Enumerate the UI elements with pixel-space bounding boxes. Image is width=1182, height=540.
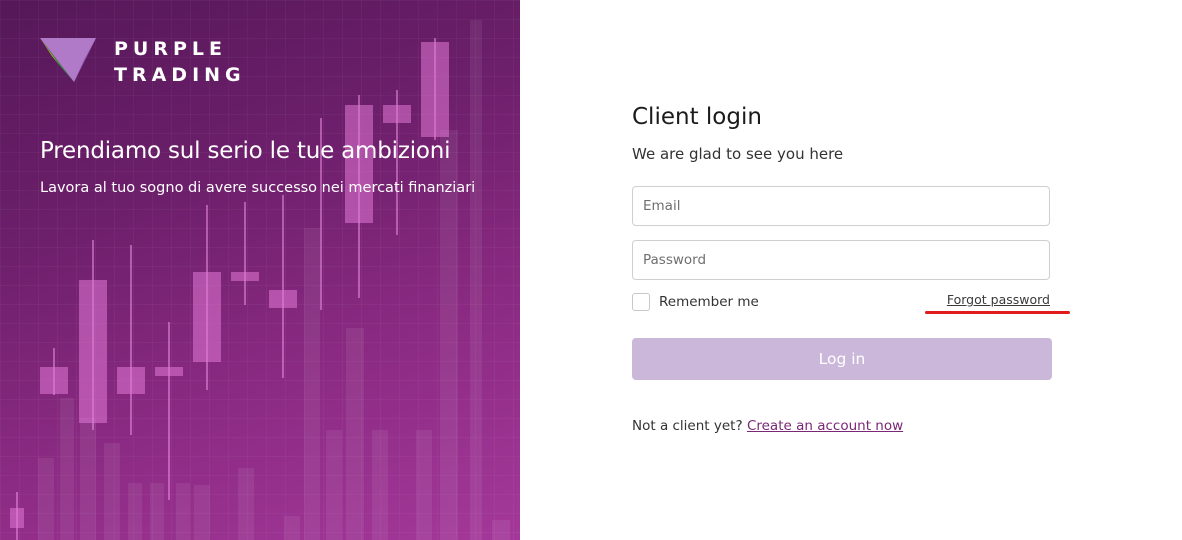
volume-bar <box>104 443 120 540</box>
password-input[interactable] <box>633 241 1049 279</box>
brand-line-1: PURPLE <box>114 38 227 60</box>
forgot-password-link[interactable]: Forgot password <box>947 292 1050 307</box>
volume-bar <box>60 398 74 540</box>
candle-body <box>193 272 221 362</box>
brand-wordmark: PURPLE TRADING <box>114 36 246 88</box>
purple-trading-logo-icon <box>40 38 96 82</box>
signup-prompt-text: Not a client yet? <box>632 418 743 434</box>
candle-body <box>345 105 373 223</box>
volume-bar <box>284 516 300 540</box>
remember-me-checkbox[interactable] <box>632 293 650 311</box>
page-subtitle: We are glad to see you here <box>632 145 844 163</box>
remember-me[interactable]: Remember me <box>632 293 759 311</box>
volume-bar <box>304 228 320 540</box>
candle-body <box>117 367 145 394</box>
email-field[interactable] <box>632 186 1050 226</box>
email-input[interactable] <box>633 187 1049 225</box>
candle-body <box>231 272 259 281</box>
hero-title: Prendiamo sul serio le tue ambizioni <box>40 138 451 164</box>
volume-bar <box>38 458 54 540</box>
candle-body <box>40 367 68 394</box>
brand-line-2: TRADING <box>114 64 246 86</box>
candle-body <box>269 290 297 308</box>
password-field[interactable] <box>632 240 1050 280</box>
volume-bar <box>492 520 510 540</box>
brand-logo[interactable]: PURPLE TRADING <box>40 36 246 88</box>
signup-prompt: Not a client yet? Create an account now <box>632 418 903 434</box>
candle-body <box>383 105 411 123</box>
login-button[interactable]: Log in <box>632 338 1052 380</box>
volume-bar <box>372 430 388 540</box>
remember-me-label[interactable]: Remember me <box>659 294 759 310</box>
volume-bar <box>416 430 432 540</box>
page-title: Client login <box>632 104 762 130</box>
volume-bar <box>326 430 342 540</box>
volume-bar <box>470 20 482 540</box>
hero-subtitle: Lavora al tuo sogno di avere successo ne… <box>40 180 476 196</box>
create-account-link[interactable]: Create an account now <box>747 418 903 434</box>
volume-bar <box>150 483 164 540</box>
volume-bar <box>80 418 96 540</box>
candle-body <box>79 280 107 423</box>
volume-bar <box>128 483 142 540</box>
hero-panel: PURPLE TRADING Prendiamo sul serio le tu… <box>0 0 520 540</box>
candle-body <box>10 508 24 528</box>
candle-body <box>155 367 183 376</box>
forgot-password-underline-annotation <box>925 311 1070 314</box>
volume-bar <box>346 328 364 540</box>
candle-body <box>421 42 449 137</box>
volume-bar <box>176 483 190 540</box>
volume-bar <box>194 485 210 540</box>
volume-bar <box>238 468 254 540</box>
